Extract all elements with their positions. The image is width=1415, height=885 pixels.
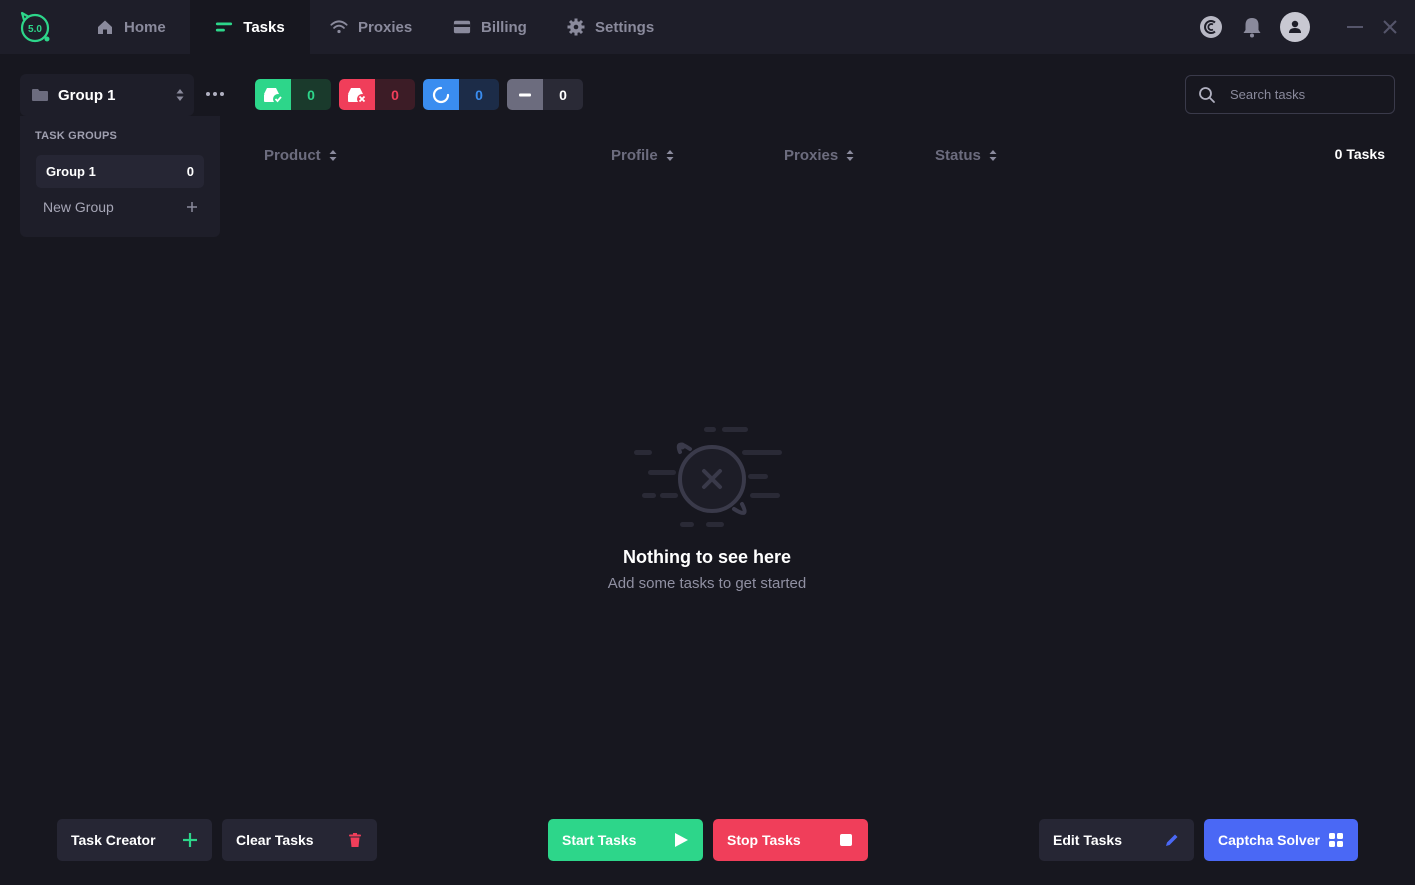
new-group-button[interactable]: New Group (43, 197, 198, 217)
idle-count-chip[interactable]: 0 (507, 79, 583, 110)
minimize-icon[interactable] (1344, 16, 1366, 38)
nav-tasks[interactable]: Tasks (190, 0, 310, 54)
group-select[interactable]: Group 1 (20, 74, 194, 116)
grid-icon (1329, 833, 1343, 847)
empty-planet-icon (634, 427, 782, 527)
bell-icon[interactable] (1239, 14, 1265, 40)
version-badge: 5.0 (28, 24, 42, 35)
column-header-proxies[interactable]: Proxies (784, 146, 854, 164)
search-input[interactable] (1230, 87, 1380, 102)
checkout-failed-icon (348, 87, 367, 104)
top-bar: 5.0 Home Tasks Proxies Billing Settings (0, 0, 1415, 54)
edit-tasks-button[interactable]: Edit Tasks (1039, 819, 1194, 861)
nav-proxies-label: Proxies (358, 18, 413, 36)
stop-tasks-button[interactable]: Stop Tasks (713, 819, 868, 861)
nav-proxies[interactable]: Proxies (330, 0, 412, 54)
pencil-icon (1166, 834, 1178, 846)
stop-icon (840, 834, 852, 846)
failed-count: 0 (375, 79, 415, 110)
group-select-value: Group 1 (58, 86, 116, 104)
captcha-solver-label: Captcha Solver (1218, 832, 1320, 848)
user-icon (1289, 20, 1301, 33)
captcha-solver-button[interactable]: Captcha Solver (1204, 819, 1358, 861)
column-header-profile-label: Profile (611, 146, 658, 164)
task-creator-label: Task Creator (71, 832, 156, 848)
success-count: 0 (291, 79, 331, 110)
nav-settings[interactable]: Settings (567, 0, 654, 54)
start-tasks-button[interactable]: Start Tasks (548, 819, 703, 861)
loading-icon (432, 86, 450, 103)
sort-icon (666, 149, 674, 161)
clear-tasks-label: Clear Tasks (236, 832, 314, 848)
column-header-status-label: Status (935, 146, 981, 164)
search-box (1185, 75, 1395, 114)
group-count: 0 (186, 164, 194, 179)
captcha-icon[interactable] (1198, 14, 1224, 40)
nav-settings-label: Settings (595, 18, 655, 36)
checkout-success-icon (264, 87, 283, 104)
sort-icon (176, 89, 184, 101)
running-count-chip[interactable]: 0 (423, 79, 499, 110)
folder-icon (32, 89, 48, 101)
minus-icon (519, 93, 531, 96)
nav-tasks-label: Tasks (243, 18, 285, 36)
nav-billing-label: Billing (481, 18, 527, 36)
start-tasks-label: Start Tasks (562, 832, 637, 848)
more-options-icon[interactable] (203, 84, 227, 104)
running-count: 0 (459, 79, 499, 110)
plus-icon (183, 833, 197, 847)
failed-count-chip[interactable]: 0 (339, 79, 415, 110)
column-header-product[interactable]: Product (264, 146, 337, 164)
idle-count: 0 (543, 79, 583, 110)
success-count-chip[interactable]: 0 (255, 79, 331, 110)
plus-icon (187, 202, 197, 212)
clear-tasks-button[interactable]: Clear Tasks (222, 819, 377, 861)
group-list-item[interactable]: Group 1 0 (36, 155, 204, 188)
task-creator-button[interactable]: Task Creator (57, 819, 212, 861)
task-count: 0 Tasks (1334, 146, 1385, 162)
column-header-status[interactable]: Status (935, 146, 997, 164)
card-icon (453, 20, 471, 34)
empty-state-title: Nothing to see here (622, 547, 792, 567)
nav-billing[interactable]: Billing (453, 0, 527, 54)
sort-icon (329, 149, 337, 161)
wifi-icon (330, 20, 348, 34)
sort-icon (989, 149, 997, 161)
app-logo: 5.0 (18, 10, 52, 44)
trash-icon (349, 833, 361, 847)
home-icon (98, 20, 112, 34)
column-header-proxies-label: Proxies (784, 146, 839, 164)
task-groups-panel: TASK GROUPS Group 1 0 New Group (20, 116, 220, 237)
group-name: Group 1 (46, 164, 96, 179)
column-header-product-label: Product (264, 146, 321, 164)
nav-home[interactable]: Home (96, 0, 166, 54)
gear-icon (567, 18, 585, 36)
column-header-profile[interactable]: Profile (611, 146, 674, 164)
search-icon (1199, 86, 1215, 103)
task-groups-title: TASK GROUPS (35, 130, 118, 142)
new-group-label: New Group (43, 199, 114, 215)
edit-tasks-label: Edit Tasks (1053, 832, 1122, 848)
nav-home-label: Home (124, 18, 166, 36)
play-icon (675, 833, 688, 847)
stop-tasks-label: Stop Tasks (727, 832, 801, 848)
empty-state-subtitle: Add some tasks to get started (607, 575, 807, 592)
close-icon[interactable] (1379, 16, 1401, 38)
avatar[interactable] (1280, 12, 1310, 42)
tasks-icon (216, 22, 233, 32)
sort-icon (846, 149, 854, 161)
